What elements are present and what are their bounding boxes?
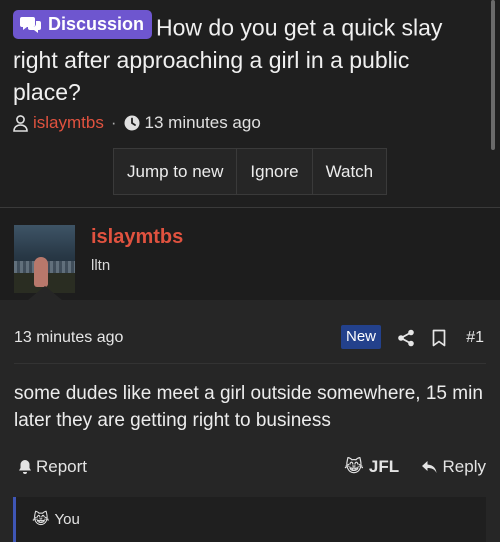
thread-title-block: Discussion How do you get a quick slay r… — [13, 10, 483, 108]
bell-icon — [18, 459, 32, 475]
meta-separator: · — [110, 113, 117, 132]
reaction-label: JFL — [368, 457, 400, 476]
thread-action-buttons: Jump to new Ignore Watch — [113, 148, 388, 195]
watch-button[interactable]: Watch — [312, 149, 387, 194]
post-header: 13 minutes ago New #1 — [14, 325, 486, 349]
report-label: Report — [36, 457, 88, 476]
reactions-list-label: You — [54, 510, 80, 528]
thread-header: Discussion How do you get a quick slay r… — [0, 0, 500, 208]
post: 13 minutes ago New #1 some dudes like me… — [0, 286, 500, 542]
thread-meta: islaymtbs · 13 minutes ago — [13, 113, 261, 133]
post-header-separator — [14, 363, 486, 364]
thread-time[interactable]: 13 minutes ago — [145, 113, 261, 133]
reactions-list[interactable]: 😹 You — [13, 497, 486, 542]
avatar-figure — [34, 257, 48, 287]
chat-bubbles-icon — [20, 16, 42, 34]
reaction-button[interactable]: 😹 JFL — [344, 457, 399, 477]
report-button[interactable]: Report — [18, 457, 87, 477]
user-icon — [13, 114, 28, 132]
joy-cat-emoji: 😹 — [32, 510, 50, 528]
thread-author-link[interactable]: islaymtbs — [33, 113, 104, 133]
post-time[interactable]: 13 minutes ago — [14, 329, 123, 347]
avatar[interactable] — [14, 225, 75, 293]
post-number[interactable]: #1 — [466, 329, 484, 347]
reply-label: Reply — [442, 457, 486, 476]
joy-cat-emoji: 😹 — [344, 457, 364, 477]
discussion-badge[interactable]: Discussion — [13, 10, 153, 39]
post-user-block: islaymtbs lltn — [0, 208, 500, 300]
jump-to-new-button[interactable]: Jump to new — [114, 149, 238, 194]
post-body: some dudes like meet a girl outside some… — [14, 383, 483, 431]
share-icon[interactable] — [397, 329, 415, 347]
ignore-button[interactable]: Ignore — [237, 149, 313, 194]
clock-icon — [124, 115, 140, 131]
reply-button[interactable]: Reply — [421, 457, 486, 477]
reactions-list-item: 😹 You — [32, 510, 80, 528]
post-username[interactable]: islaymtbs — [91, 226, 183, 249]
discussion-badge-label: Discussion — [48, 14, 145, 34]
reply-icon — [421, 460, 438, 474]
post-actions: Report 😹 JFL Reply — [18, 457, 488, 479]
user-title: lltn — [91, 257, 111, 274]
new-badge: New — [341, 325, 382, 349]
post-pointer-arrow — [28, 286, 62, 300]
bookmark-icon[interactable] — [432, 329, 446, 347]
scrollbar[interactable] — [491, 0, 495, 150]
